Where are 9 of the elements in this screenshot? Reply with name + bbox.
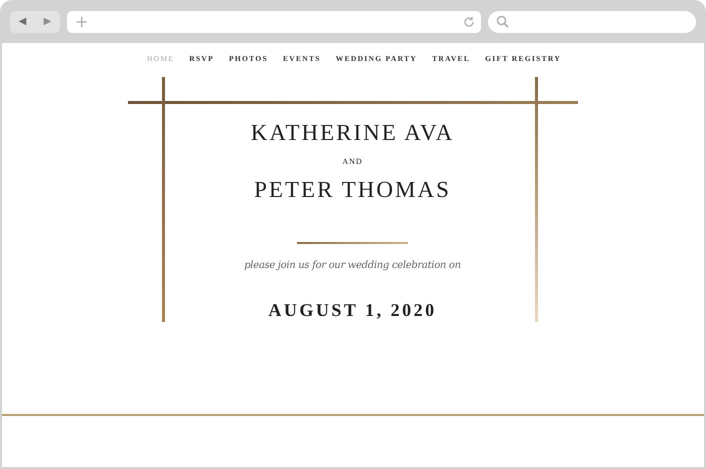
search-icon — [496, 15, 509, 28]
reload-icon[interactable] — [463, 16, 475, 28]
search-field[interactable] — [488, 10, 696, 32]
back-button[interactable]: ◀ — [18, 16, 26, 27]
conjunction-text: AND — [342, 157, 363, 166]
invitation-text: please join us for our wedding celebration on — [244, 260, 461, 271]
couple-name: PETER THOMAS — [254, 178, 451, 201]
couple-name: KATHERINE AVA — [250, 121, 454, 144]
wedding-date: AUGUST 1, 2020 — [268, 300, 437, 321]
